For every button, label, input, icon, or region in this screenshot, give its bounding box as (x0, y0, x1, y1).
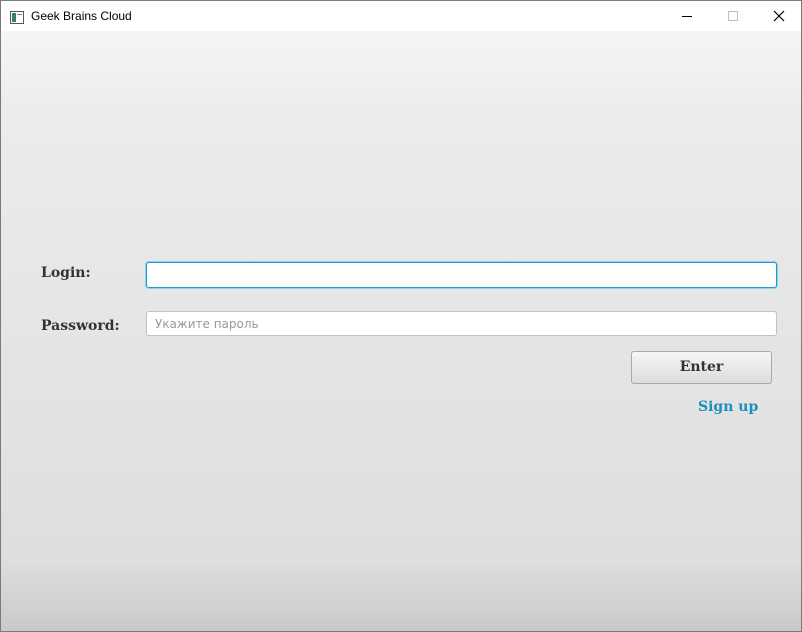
enter-button[interactable]: Enter (631, 351, 772, 384)
login-input[interactable] (146, 262, 777, 288)
signup-link[interactable]: Sign up (698, 399, 758, 415)
password-label: Password: (41, 318, 120, 334)
password-input[interactable] (146, 311, 777, 336)
close-button[interactable] (756, 1, 802, 31)
title-bar[interactable]: Geek Brains Cloud (1, 1, 801, 31)
maximize-button[interactable] (710, 1, 756, 31)
window-title: Geek Brains Cloud (31, 9, 132, 23)
close-icon (773, 10, 785, 22)
login-label: Login: (41, 265, 91, 281)
minimize-button[interactable] (664, 1, 710, 31)
maximize-icon (728, 11, 738, 21)
app-window: Geek Brains Cloud Login: Password: Enter… (0, 0, 802, 632)
minimize-icon (682, 16, 692, 17)
app-window-icon (10, 9, 24, 24)
